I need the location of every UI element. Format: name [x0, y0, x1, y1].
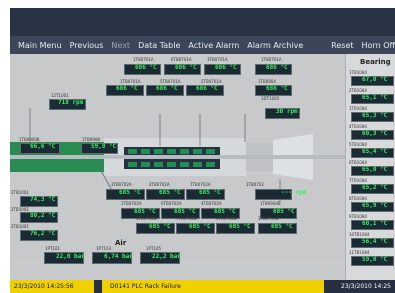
bearing-temp-9: 60,1 °C	[362, 220, 388, 227]
bottom-temp-5: 685 °C	[174, 208, 196, 215]
top-temp-3: 686 °C	[215, 64, 237, 71]
left-temp-2: 59,8 °C	[91, 143, 117, 150]
reset-button[interactable]: Reset	[331, 41, 353, 50]
top-bar	[10, 8, 395, 36]
bottom-temp-6: 685 °C	[214, 208, 236, 215]
top-temp-1: 686 °C	[135, 64, 157, 71]
top-temp-8: 686 °C	[266, 85, 288, 92]
bottom-temp-9: 685 °C	[189, 223, 211, 230]
data-table-button[interactable]: Data Table	[138, 41, 180, 50]
top-temp-4: 686 °C	[266, 64, 288, 71]
bottom-temp-3: 685 °C	[199, 189, 221, 196]
status-left: 23/3/2010 14:25:56	[10, 280, 94, 293]
bottom-temp-4: 685 °C	[134, 208, 156, 215]
left-column-temp-3: 76,2 °C	[30, 230, 56, 237]
bottom-temp-10: 685 °C	[229, 223, 251, 230]
bearing-temp-8: 65,9 °C	[362, 202, 388, 209]
rpm-small-value: --- rpm	[281, 189, 307, 196]
bearing-temp-1: 67,0 °C	[362, 76, 388, 83]
air-value-3: 22,2 bar	[152, 253, 181, 260]
hmi-screen: Main Menu Previous Next Data Table Activ…	[10, 8, 395, 293]
turbine-diagram: 1TB0701A 6TB0701A 3TB0701A 1TB0701A 686 …	[10, 54, 345, 258]
alarm-archive-button[interactable]: Alarm Archive	[247, 41, 303, 50]
left-column-temp-1: 74,3 °C	[30, 196, 56, 203]
air-value-2: 6,74 bar	[104, 253, 133, 260]
bearing-temp-6: 65,0 °C	[362, 166, 388, 173]
top-temp-7: 686 °C	[196, 85, 218, 92]
bearing-temp-10: 56,4 °C	[362, 238, 388, 245]
bearing-temp-7: 65,2 °C	[362, 184, 388, 191]
previous-button[interactable]: Previous	[70, 41, 104, 50]
horn-off-button[interactable]: Horn Off	[362, 41, 395, 50]
status-alarm: D0141 PLC Rack Failure	[102, 280, 324, 293]
main-menu-button[interactable]: Main Menu	[18, 41, 62, 50]
bearing-temp-11: 59,0 °C	[362, 256, 388, 263]
bearing-panel: Bearing 1TB1084 67,0 °C 2TB1084 65,1 °C …	[345, 54, 395, 280]
bottom-temp-7: 685 °C	[273, 208, 295, 215]
status-right: 23/3/2010 14:25	[341, 283, 391, 290]
rpm-left-value: 718 rpm	[58, 99, 84, 106]
bottom-temp-2: 685 °C	[159, 189, 181, 196]
bearing-temp-4: 60,3 °C	[362, 130, 388, 137]
bottom-temp-1: 685 °C	[119, 189, 141, 196]
bottom-temp-8: 685 °C	[149, 223, 171, 230]
left-temp-1: 66,6 °C	[30, 143, 56, 150]
menu-bar: Main Menu Previous Next Data Table Activ…	[10, 36, 395, 54]
top-temp-5: 686 °C	[116, 85, 138, 92]
bearing-temp-2: 65,1 °C	[362, 94, 388, 101]
bearing-title: Bearing	[360, 58, 391, 66]
status-bar: 23/3/2010 14:25:56 D0141 PLC Rack Failur…	[10, 280, 395, 293]
bearing-temp-3: 65,3 °C	[362, 112, 388, 119]
top-temp-6: 686 °C	[156, 85, 178, 92]
next-button[interactable]: Next	[111, 41, 130, 50]
top-temp-2: 686 °C	[175, 64, 197, 71]
rpm-right-value: 30 rpm	[276, 108, 298, 115]
air-value-1: 22,0 bar	[56, 253, 85, 260]
air-title: Air	[115, 239, 127, 247]
bearing-temp-5: 65,4 °C	[362, 148, 388, 155]
active-alarm-button[interactable]: Active Alarm	[188, 41, 239, 50]
left-column-temp-2: 80,2 °C	[30, 212, 56, 219]
bottom-temp-11: 685 °C	[271, 223, 293, 230]
